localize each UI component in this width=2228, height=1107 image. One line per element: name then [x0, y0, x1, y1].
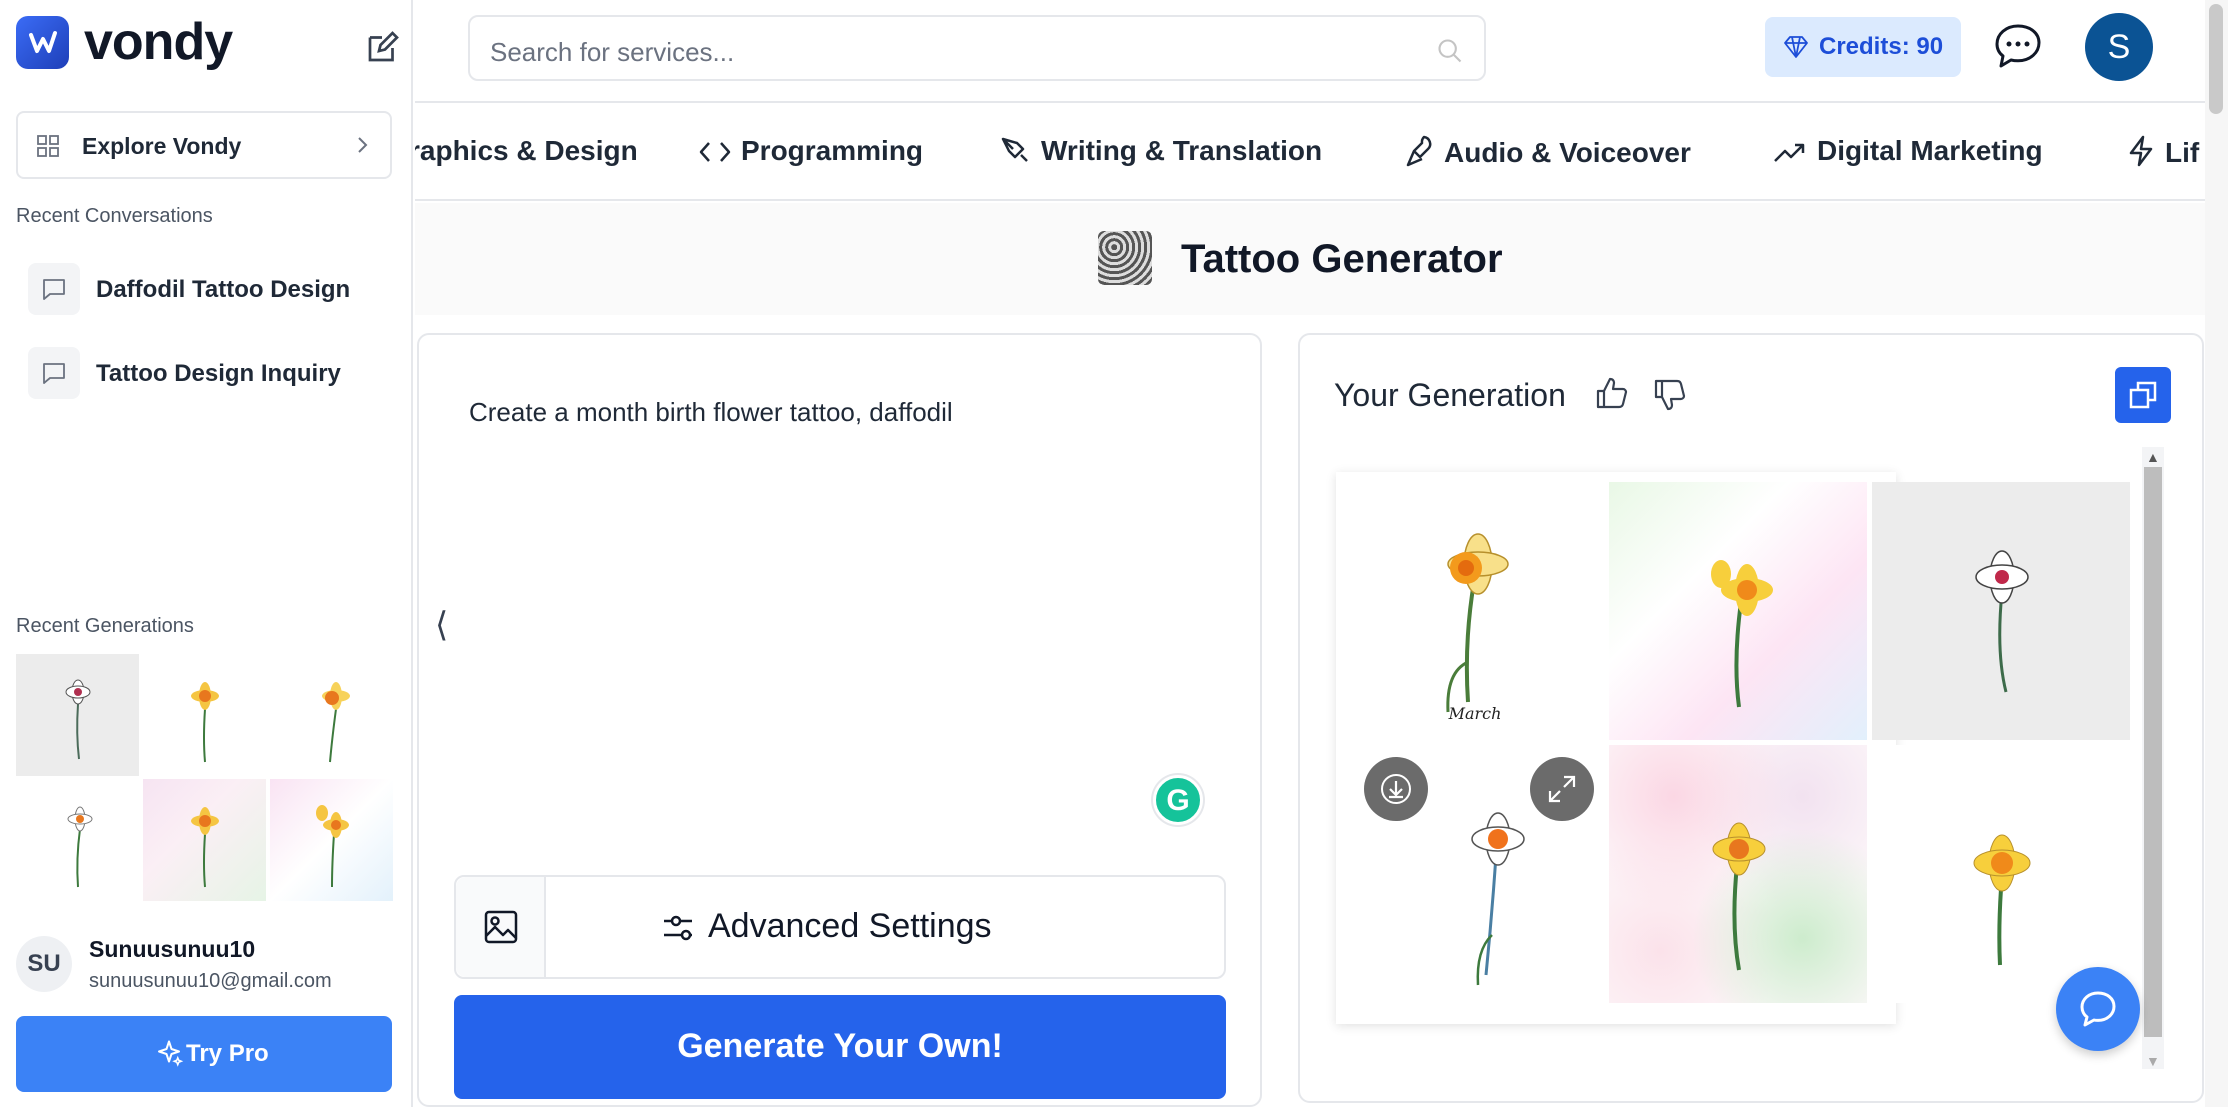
generation-thumbnail[interactable]: [270, 654, 393, 776]
image-caption: March: [1448, 704, 1502, 723]
conversation-label: Daffodil Tattoo Design: [96, 276, 351, 303]
recent-conversations-title: Recent Conversations: [16, 205, 213, 227]
upload-image-button[interactable]: [456, 877, 546, 977]
category-label: Audio & Voiceover: [1444, 137, 1691, 168]
category-programming[interactable]: Programming: [699, 135, 923, 167]
sliders-icon: [664, 915, 692, 941]
results-scrollbar[interactable]: ▲ ▼: [2142, 447, 2164, 1069]
result-title: Your Generation: [1334, 377, 1566, 413]
category-lifestyle[interactable]: Lif: [2127, 135, 2199, 169]
explore-vondy-button[interactable]: Explore Vondy: [16, 111, 392, 179]
new-chat-edit-icon[interactable]: [364, 30, 404, 70]
scroll-thumb[interactable]: [2144, 467, 2162, 1037]
bolt-icon: [2129, 135, 2153, 167]
conversation-label: Tattoo Design Inquiry: [96, 360, 341, 387]
chat-support-button[interactable]: [2056, 967, 2140, 1051]
title-bar: Tattoo Generator: [415, 203, 2205, 315]
credits-label: Credits: 90: [1819, 33, 1944, 60]
code-icon: [699, 142, 731, 162]
prompt-panel: Create a month birth flower tattoo, daff…: [417, 333, 1262, 1107]
expand-icon: [1548, 775, 1576, 803]
generated-image[interactable]: [1609, 745, 1867, 1003]
category-nav: raphics & Design Programming Writing & T…: [415, 105, 2205, 201]
try-pro-button[interactable]: Try Pro: [16, 1016, 392, 1092]
trend-icon: [1774, 143, 1805, 162]
credits-badge[interactable]: Credits: 90: [1765, 17, 1961, 77]
page-scrollbar[interactable]: [2205, 0, 2228, 1107]
category-label: Programming: [741, 135, 924, 166]
grammarly-icon[interactable]: G: [1153, 775, 1203, 825]
logo[interactable]: vondy: [16, 13, 399, 71]
scroll-up-arrow-icon[interactable]: ▲: [2146, 449, 2160, 465]
sparkle-icon: [158, 1040, 184, 1067]
generation-thumbnail[interactable]: [16, 654, 139, 776]
generated-image[interactable]: [1872, 745, 2130, 1003]
copy-icon: [2129, 381, 2157, 409]
try-pro-label: Try Pro: [186, 1040, 269, 1067]
chat-icon: [2080, 991, 2116, 1027]
advanced-settings-button[interactable]: Advanced Settings: [546, 877, 1226, 977]
generation-thumbnail[interactable]: [143, 654, 266, 776]
category-label: Digital Marketing: [1817, 135, 2043, 166]
generated-image[interactable]: [1346, 745, 1604, 1003]
pen-icon: [1001, 137, 1028, 162]
conversation-item[interactable]: Tattoo Design Inquiry: [28, 347, 388, 399]
generated-images-grid: March: [1336, 472, 2130, 1024]
category-label: raphics & Design: [415, 135, 638, 166]
thumbs-down-icon[interactable]: [1652, 377, 1686, 411]
user-avatar: SU: [16, 936, 72, 992]
tattoo-generator-icon: [1098, 231, 1152, 285]
search-input[interactable]: Search for services...: [468, 15, 1486, 81]
account-avatar[interactable]: S: [2085, 13, 2153, 81]
generation-thumbnail[interactable]: [270, 779, 393, 901]
user-email: sunuusunuu10@gmail.com: [89, 970, 332, 992]
generated-image[interactable]: [1609, 482, 1867, 740]
settings-row: Advanced Settings: [454, 875, 1226, 979]
logo-text: vondy: [84, 13, 233, 71]
result-panel: Your Generation March ▲ ▼: [1298, 333, 2204, 1103]
recent-generations-grid: [16, 654, 393, 901]
category-label: Lif: [2165, 137, 2200, 168]
generation-thumbnail[interactable]: [16, 779, 139, 901]
generated-image[interactable]: March: [1346, 482, 1604, 740]
user-profile[interactable]: SU Sunuusunuu10 sunuusunuu10@gmail.com: [16, 934, 396, 996]
generate-button[interactable]: Generate Your Own!: [454, 995, 1226, 1099]
chevron-right-icon: [358, 137, 368, 153]
page-scroll-thumb[interactable]: [2209, 4, 2223, 114]
category-graphics-design[interactable]: raphics & Design: [415, 135, 638, 167]
generated-image[interactable]: [1872, 482, 2130, 740]
microphone-icon: [1406, 135, 1432, 167]
collapse-arrow-icon[interactable]: ⟨: [435, 605, 448, 645]
search-placeholder: Search for services...: [490, 37, 735, 67]
explore-label: Explore Vondy: [82, 133, 242, 159]
chat-bubble-icon: [28, 347, 80, 399]
download-icon: [1381, 774, 1411, 804]
messages-icon[interactable]: [1993, 22, 2043, 72]
expand-button[interactable]: [1530, 757, 1594, 821]
thumbs-up-icon[interactable]: [1594, 377, 1628, 411]
generation-thumbnail[interactable]: [143, 779, 266, 901]
conversation-item[interactable]: Daffodil Tattoo Design: [28, 263, 388, 315]
vondy-logo-icon: [16, 16, 69, 69]
scroll-down-arrow-icon[interactable]: ▼: [2146, 1053, 2160, 1069]
download-button[interactable]: [1364, 757, 1428, 821]
category-audio-voiceover[interactable]: Audio & Voiceover: [1406, 135, 1691, 169]
advanced-settings-label: Advanced Settings: [708, 907, 992, 945]
page-title: Tattoo Generator: [1181, 237, 1503, 281]
category-label: Writing & Translation: [1041, 135, 1323, 166]
sidebar: vondy Explore Vondy Recent Conversations…: [0, 0, 413, 1107]
search-icon: [1438, 39, 1462, 63]
diamond-icon: [1784, 36, 1808, 58]
top-bar: Search for services... Credits: 90 S: [415, 0, 2205, 103]
category-writing-translation[interactable]: Writing & Translation: [999, 135, 1322, 167]
category-digital-marketing[interactable]: Digital Marketing: [1773, 135, 2043, 167]
generate-label: Generate Your Own!: [677, 1027, 1003, 1065]
recent-generations-title: Recent Generations: [16, 615, 194, 637]
chat-bubble-icon: [28, 263, 80, 315]
image-icon: [484, 910, 518, 944]
user-name: Sunuusunuu10: [89, 936, 256, 962]
prompt-textarea[interactable]: Create a month birth flower tattoo, daff…: [469, 397, 953, 428]
copy-button[interactable]: [2115, 367, 2171, 423]
grid-icon: [37, 135, 59, 157]
